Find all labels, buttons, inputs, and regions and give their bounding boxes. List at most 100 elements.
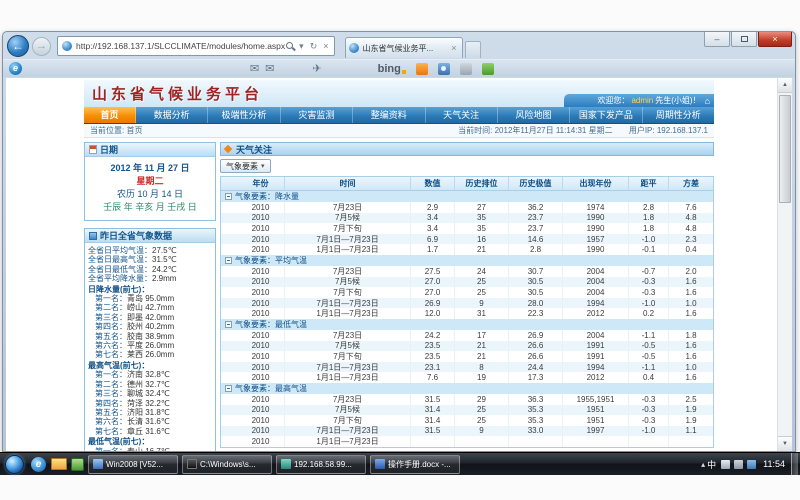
table-cell: 25 [455,415,509,426]
table-cell: 21 [455,351,509,362]
share-icon[interactable]: ✈ [312,62,321,75]
tools-icon[interactable] [460,63,472,75]
table-cell: 2010 [237,426,285,437]
collapse-icon[interactable] [225,385,232,392]
main-menu: 首页数据分析极端性分析灾害监测整编资料天气关注风险地图国家下发产品周期性分析 [84,107,714,124]
taskbar-window-button[interactable]: C:\Windows\s... [182,455,272,474]
ie-logo-icon[interactable]: e [9,62,22,75]
vertical-scrollbar[interactable]: ▲ ▼ [777,78,792,451]
table-cell: 2010 [237,330,285,341]
scroll-down-icon[interactable]: ▼ [778,436,792,451]
menu-item-6[interactable]: 天气关注 [426,107,498,123]
scroll-up-icon[interactable]: ▲ [778,78,792,93]
table-cell: 1.1 [669,426,713,437]
tray-expand-icon[interactable]: ▴ [701,460,705,469]
language-indicator[interactable]: 中 [707,458,716,471]
welcome-prefix: 欢迎您： [597,95,629,106]
menu-item-2[interactable]: 数据分析 [136,107,208,123]
table-cell: 12.0 [411,308,455,319]
table-cell: 7月下旬 [285,223,411,234]
minimize-button[interactable]: – [704,32,730,47]
table-cell: 2010 [237,234,285,245]
table-cell: 7月下旬 [285,415,411,426]
collapse-icon[interactable] [225,257,232,264]
app-icon-orange[interactable] [416,63,428,75]
menu-item-3[interactable]: 极端性分析 [208,107,280,123]
menu-item-5[interactable]: 整编资料 [353,107,425,123]
bing-logo[interactable]: bing [378,63,406,75]
table-cell: 1.6 [669,287,713,298]
table-cell: 1.8 [669,330,713,341]
table-cell: 2010 [237,287,285,298]
table-cell: 2010 [237,266,285,277]
scrollbar-thumb[interactable] [779,95,791,203]
weather-stat: 全省日平均气温：27.5℃ [88,246,212,255]
table-cell: 1.6 [669,341,713,352]
table-cell: 7.6 [669,202,713,213]
table-cell: 7月1日—7月23日 [285,298,411,309]
taskbar-media-icon[interactable] [71,458,84,471]
menu-item-7[interactable]: 风险地图 [498,107,570,123]
weather-stat: 全省日最低气温：24.2℃ [88,265,212,274]
table-cell: 24.2 [411,330,455,341]
taskbar-explorer-icon[interactable] [50,456,67,473]
table-cell: 9 [455,426,509,437]
window-icon [187,459,197,469]
stop-icon[interactable]: × [320,41,331,51]
mail-icon[interactable]: ✉ [250,62,259,75]
table-cell: 1994 [563,362,629,373]
search-icon[interactable] [285,41,296,52]
menu-item-1[interactable]: 首页 [84,107,136,123]
taskbar-window-button[interactable]: Win2008 [V52... [88,455,178,474]
calendar-icon [89,145,97,154]
collapse-icon[interactable] [225,193,232,200]
show-desktop-button[interactable] [791,453,798,476]
maximize-button[interactable] [731,32,757,47]
table-cell: 7月23日 [285,266,411,277]
browser-tab[interactable]: 山东省气候业务平... × [345,37,463,58]
weather-group-heading: 日降水量(前七)： [88,285,212,294]
autocomplete-dropdown-icon[interactable]: ▾ [296,41,307,52]
taskbar-ie-icon[interactable]: e [31,457,46,472]
menu-item-8[interactable]: 国家下发产品 [570,107,642,123]
element-filter-button[interactable]: 气象要素 ▾ [220,159,271,173]
tab-close-icon[interactable]: × [449,43,458,53]
table-cell: 1951 [563,415,629,426]
weather-rank-item: 第七名：章丘 31.6℃ [88,427,212,436]
table-cell: 7月5候 [285,341,411,352]
table-row: 20101月1日—7月23日7.61917.320120.41.6 [221,372,713,383]
refresh-icon[interactable]: ↻ [307,41,321,52]
weather-rank-item: 第五名：济阳 31.8℃ [88,408,212,417]
menu-item-4[interactable]: 灾害监测 [281,107,353,123]
table-cell: 24 [455,266,509,277]
taskbar-clock[interactable]: 11:54 [763,459,785,469]
weather-rank-item: 第四名：胶州 40.2mm [88,322,212,331]
column-header: 历史排位 [455,177,509,190]
menu-item-9[interactable]: 周期性分析 [643,107,714,123]
sidebar: 日期 2012 年 11 月 27 日 星期二 农历 10 月 14 日 壬辰 … [84,142,216,451]
taskbar-window-button[interactable]: 操作手册.docx -... [370,455,460,474]
start-button[interactable] [5,455,24,474]
table-cell: 2010 [237,202,285,213]
collapse-icon[interactable] [225,321,232,328]
tray-network-icon[interactable] [721,460,730,469]
section-bullet-icon [224,145,232,153]
table-cell: 35 [455,213,509,224]
taskbar-window-button[interactable]: 192.168.58.99... [276,455,366,474]
tray-action-center-icon[interactable] [747,460,756,469]
table-cell: 26.6 [509,341,563,352]
table-cell: 2010 [237,405,285,416]
close-button[interactable]: × [758,32,792,47]
table-cell: 1994 [563,298,629,309]
home-icon[interactable]: ⌂ [705,96,710,106]
new-tab-button[interactable] [465,41,481,58]
tray-volume-icon[interactable] [734,460,743,469]
camera-icon[interactable] [438,63,450,75]
table-cell: 26.9 [411,298,455,309]
address-bar[interactable]: http://192.168.137.1/SLCCLIMATE/modules/… [57,36,335,56]
app-icon-green[interactable] [482,63,494,75]
back-button[interactable]: ← [7,35,29,57]
send-mail-icon[interactable]: ✉ [265,62,274,75]
column-header: 历史极值 [509,177,563,190]
forward-button[interactable]: → [32,37,51,56]
